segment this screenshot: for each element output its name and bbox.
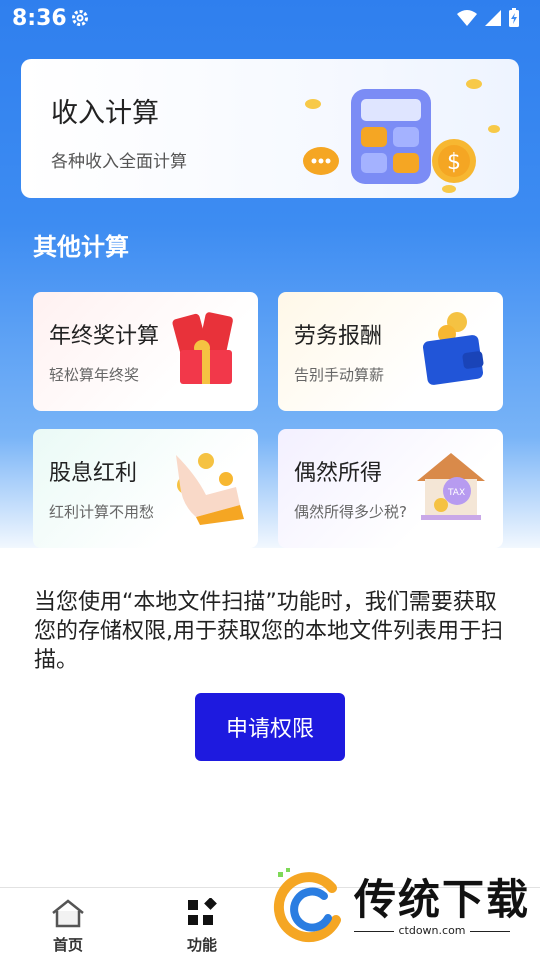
hand-coins-icon <box>176 453 244 525</box>
svg-text:TAX: TAX <box>447 488 465 498</box>
status-time: 8:36 <box>12 6 67 31</box>
permission-message: 当您使用“本地文件扫描”功能时，我们需要获取您的存储权限,用于获取您的本地文件列… <box>34 590 503 673</box>
incidental-income-card[interactable]: 偶然所得 偶然所得多少税? TAX <box>278 429 503 548</box>
calculator-icon: $ <box>303 79 500 193</box>
tab-features-label: 功能 <box>186 936 217 954</box>
card-subtitle: 红利计算不用愁 <box>49 503 155 521</box>
status-bar: 8:36 <box>0 0 540 38</box>
tab-home-label: 首页 <box>52 936 83 954</box>
watermark-logo: 传统下载 ctdown.com <box>268 862 540 960</box>
wallet-coins-icon <box>422 312 484 385</box>
wifi-icon <box>457 10 477 26</box>
labor-remuneration-card[interactable]: 劳务报酬 告别手动算薪 <box>278 292 503 411</box>
income-calc-title: 收入计算 <box>51 98 159 129</box>
income-calc-subtitle: 各种收入全面计算 <box>51 152 187 172</box>
dividend-card[interactable]: 股息红利 红利计算不用愁 <box>33 429 258 548</box>
red-envelope-gift-icon <box>172 312 233 384</box>
card-subtitle: 偶然所得多少税? <box>294 503 407 521</box>
section-title-other: 其他计算 <box>33 233 129 261</box>
year-end-bonus-card[interactable]: 年终奖计算 轻松算年终奖 <box>33 292 258 411</box>
card-title: 股息红利 <box>49 461 138 486</box>
tab-home[interactable]: 首页 <box>28 898 108 955</box>
home-icon <box>52 899 84 928</box>
brand-logo-icon <box>273 868 341 943</box>
card-title: 年终奖计算 <box>49 324 160 349</box>
watermark-brand: 传统下载 <box>354 875 531 924</box>
tab-features[interactable]: 功能 <box>162 897 242 955</box>
signal-icon <box>485 10 501 26</box>
card-subtitle: 轻松算年终奖 <box>49 366 140 384</box>
card-title: 劳务报酬 <box>294 324 383 349</box>
battery-icon <box>509 8 519 27</box>
settings-gear-icon <box>72 10 88 26</box>
request-permission-button[interactable]: 申请权限 <box>195 693 345 761</box>
qr-grid-icon <box>188 897 217 925</box>
card-subtitle: 告别手动算薪 <box>294 366 385 384</box>
watermark-divider <box>470 931 510 932</box>
card-title: 偶然所得 <box>294 461 383 486</box>
income-calc-card[interactable]: 收入计算 各种收入全面计算 $ <box>21 59 519 198</box>
svg-text:$: $ <box>447 150 461 175</box>
tax-house-icon: TAX <box>417 453 485 520</box>
